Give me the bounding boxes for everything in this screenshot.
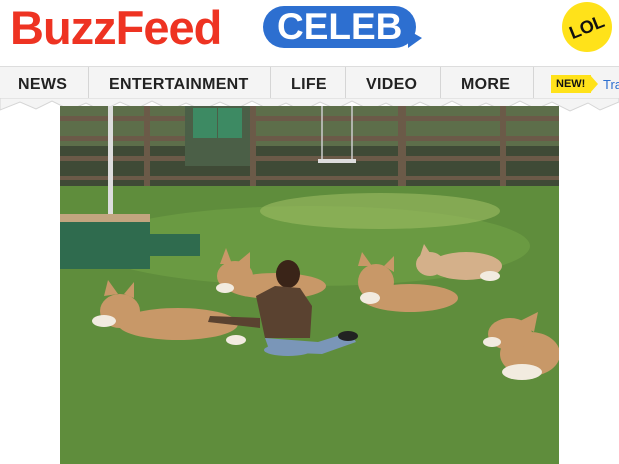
nav-news[interactable]: NEWS (18, 67, 67, 101)
nav-divider (440, 67, 441, 101)
lol-badge[interactable]: LOL (562, 2, 612, 52)
nav-divider (270, 67, 271, 101)
site-header: BuzzFeed CELEB LOL (0, 0, 619, 66)
new-badge-tail (590, 75, 598, 93)
buzzfeed-logo[interactable]: BuzzFeed (10, 2, 222, 54)
lol-badge-label: LOL (566, 11, 608, 44)
celeb-badge-tail (408, 30, 422, 48)
trending-link[interactable]: Tra (603, 67, 619, 101)
nav-life[interactable]: LIFE (291, 67, 327, 101)
celeb-section-badge[interactable]: CELEB (263, 6, 417, 48)
nav-divider (88, 67, 89, 101)
nav-divider (345, 67, 346, 101)
nav-video[interactable]: VIDEO (366, 67, 417, 101)
main-nav: NEWS ENTERTAINMENT LIFE VIDEO MORE NEW! … (0, 66, 619, 101)
new-badge: NEW! (551, 75, 592, 93)
nav-more[interactable]: MORE (461, 67, 510, 101)
nav-entertainment[interactable]: ENTERTAINMENT (109, 67, 249, 101)
nav-divider (533, 67, 534, 101)
photo-illustration (60, 106, 559, 464)
article-photo[interactable] (60, 106, 559, 464)
